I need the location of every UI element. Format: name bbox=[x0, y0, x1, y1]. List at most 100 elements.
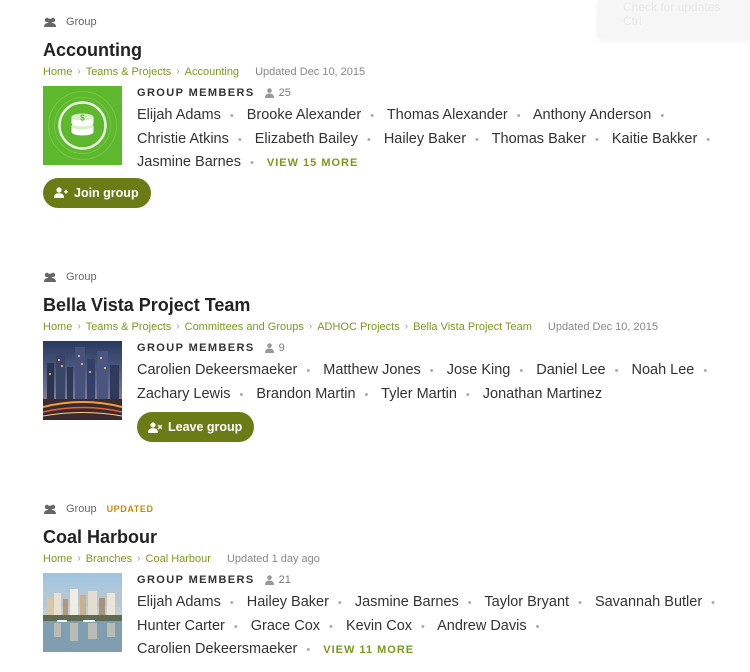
separator-dot: • bbox=[229, 110, 234, 122]
breadcrumb-branches[interactable]: Branches bbox=[86, 552, 132, 566]
breadcrumb-teams-projects[interactable]: Teams & Projects bbox=[86, 320, 172, 334]
view-more-link[interactable]: VIEW 15 MORE bbox=[267, 157, 358, 169]
breadcrumb-committees[interactable]: Committees and Groups bbox=[185, 320, 304, 334]
breadcrumb-home[interactable]: Home bbox=[43, 320, 72, 334]
view-more-link[interactable]: VIEW 11 MORE bbox=[323, 644, 414, 656]
separator-dot: • bbox=[535, 620, 540, 633]
member-link[interactable]: Andrew Davis bbox=[437, 618, 526, 634]
join-group-button[interactable]: Join group bbox=[43, 177, 151, 208]
chevron-right-icon: › bbox=[137, 553, 141, 564]
breadcrumb: Home › Branches › Coal Harbour Updated 1… bbox=[43, 552, 733, 566]
member-link[interactable]: Brooke Alexander bbox=[247, 107, 361, 123]
separator-dot: • bbox=[703, 365, 708, 377]
member-link[interactable]: Zachary Lewis bbox=[137, 386, 230, 402]
separator-dot: • bbox=[306, 365, 311, 377]
separator-dot: • bbox=[237, 133, 242, 146]
member-link[interactable]: Elijah Adams bbox=[137, 594, 221, 610]
member-link[interactable]: Kaitie Bakker bbox=[612, 131, 697, 147]
city-night-photo bbox=[43, 341, 122, 420]
member-count: 25 bbox=[264, 87, 291, 99]
separator-dot: • bbox=[519, 365, 524, 377]
breadcrumb-home[interactable]: Home bbox=[43, 552, 72, 566]
separator-dot: • bbox=[660, 110, 665, 122]
separator-dot: • bbox=[249, 157, 254, 170]
member-link[interactable]: Taylor Bryant bbox=[484, 594, 569, 610]
member-link[interactable]: Grace Cox bbox=[251, 618, 320, 634]
breadcrumb: Home › Teams & Projects › Committees and… bbox=[43, 320, 733, 334]
separator-dot: • bbox=[475, 133, 479, 146]
group-thumbnail[interactable]: $ bbox=[43, 86, 122, 165]
updated-date: Updated Dec 10, 2015 bbox=[547, 321, 658, 333]
group-type: Group UPDATED bbox=[43, 502, 733, 516]
group-title[interactable]: Coal Harbour bbox=[43, 527, 733, 547]
person-icon bbox=[264, 343, 274, 353]
people-icon bbox=[44, 17, 56, 27]
updated-date: Updated 1 day ago bbox=[226, 553, 320, 565]
chevron-right-icon: › bbox=[176, 66, 180, 77]
member-link[interactable]: Matthew Jones bbox=[323, 362, 421, 378]
group-type: Group bbox=[43, 15, 733, 29]
member-count: 21 bbox=[264, 574, 291, 586]
chevron-right-icon: › bbox=[308, 321, 313, 332]
breadcrumb-home[interactable]: Home bbox=[43, 65, 72, 79]
member-link[interactable]: Jasmine Barnes bbox=[137, 154, 241, 170]
separator-dot: • bbox=[229, 597, 234, 609]
separator-dot: • bbox=[706, 133, 711, 146]
group-thumbnail[interactable] bbox=[43, 573, 122, 652]
member-link[interactable]: Brandon Martin bbox=[256, 386, 355, 402]
chevron-right-icon: › bbox=[77, 553, 81, 564]
money-stack-icon: $ bbox=[43, 86, 122, 165]
leave-group-label: Leave group bbox=[168, 420, 243, 435]
separator-dot: • bbox=[366, 133, 371, 146]
leave-group-button[interactable]: Leave group bbox=[137, 412, 255, 443]
member-link[interactable]: Carolien Dekeersmaeker bbox=[137, 362, 297, 378]
separator-dot: • bbox=[306, 644, 311, 657]
member-link[interactable]: Carolien Dekeersmaeker bbox=[137, 641, 297, 657]
separator-dot: • bbox=[364, 388, 369, 401]
members-heading: GROUP MEMBERS bbox=[137, 342, 255, 354]
member-link[interactable]: Savannah Butler bbox=[595, 594, 702, 610]
group-title[interactable]: Bella Vista Project Team bbox=[43, 295, 733, 315]
member-link[interactable]: Elijah Adams bbox=[137, 107, 221, 123]
member-link[interactable]: Anthony Anderson bbox=[533, 107, 652, 123]
separator-dot: • bbox=[578, 597, 582, 609]
separator-dot: • bbox=[370, 110, 375, 122]
breadcrumb-coal-harbour[interactable]: Coal Harbour bbox=[146, 552, 211, 566]
member-link[interactable]: Thomas Alexander bbox=[387, 107, 508, 123]
member-link[interactable]: Tyler Martin bbox=[381, 386, 457, 402]
group-thumbnail[interactable] bbox=[43, 341, 122, 420]
separator-dot: • bbox=[516, 110, 521, 122]
separator-dot: • bbox=[465, 388, 470, 401]
separator-dot: • bbox=[594, 133, 599, 146]
member-link[interactable]: Jasmine Barnes bbox=[355, 594, 459, 610]
group-card-coal-harbour: Group UPDATED Coal Harbour Home › Branch… bbox=[43, 502, 733, 662]
chevron-right-icon: › bbox=[176, 321, 180, 332]
chevron-right-icon: › bbox=[77, 321, 81, 332]
member-link[interactable]: Hailey Baker bbox=[247, 594, 329, 610]
member-link[interactable]: Hunter Carter bbox=[137, 618, 225, 634]
member-link[interactable]: Jose King bbox=[447, 362, 511, 378]
member-link[interactable]: Elizabeth Bailey bbox=[255, 131, 358, 147]
member-link[interactable]: Hailey Baker bbox=[384, 131, 466, 147]
breadcrumb-accounting[interactable]: Accounting bbox=[185, 65, 239, 79]
svg-text:$: $ bbox=[80, 114, 85, 123]
group-type-label: Group bbox=[66, 16, 97, 28]
member-list: Elijah Adams • Hailey Baker • Jasmine Barn… bbox=[137, 591, 733, 662]
separator-dot: • bbox=[239, 388, 244, 401]
breadcrumb-bella-vista[interactable]: Bella Vista Project Team bbox=[413, 320, 532, 334]
separator-dot: • bbox=[329, 620, 333, 633]
member-link[interactable]: Noah Lee bbox=[631, 362, 694, 378]
member-link[interactable]: Kevin Cox bbox=[346, 618, 412, 634]
member-link[interactable]: Daniel Lee bbox=[536, 362, 605, 378]
breadcrumb-teams-projects[interactable]: Teams & Projects bbox=[86, 65, 172, 79]
separator-dot: • bbox=[467, 597, 472, 609]
separator-dot: • bbox=[711, 597, 716, 609]
join-group-label: Join group bbox=[74, 185, 139, 200]
breadcrumb-adhoc[interactable]: ADHOC Projects bbox=[317, 320, 400, 334]
member-link[interactable]: Jonathan Martinez bbox=[483, 386, 602, 402]
harbour-photo bbox=[43, 573, 122, 652]
group-title[interactable]: Accounting bbox=[43, 40, 733, 60]
member-link[interactable]: Thomas Baker bbox=[492, 131, 586, 147]
member-link[interactable]: Christie Atkins bbox=[137, 131, 229, 147]
member-count-value: 25 bbox=[278, 87, 291, 99]
